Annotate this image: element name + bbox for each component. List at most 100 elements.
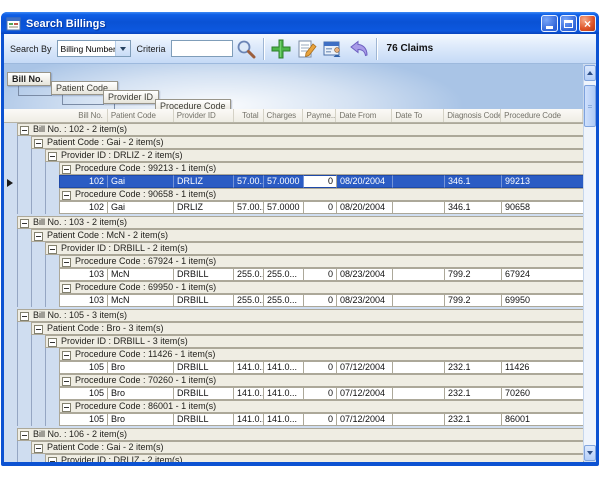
column-header-provider-id[interactable]: Provider ID <box>174 109 234 122</box>
grid-cell[interactable]: 255.0... <box>264 294 304 307</box>
grid-cell[interactable]: 08/23/2004 <box>337 294 393 307</box>
collapse-minus-icon[interactable] <box>34 139 43 148</box>
grid-cell[interactable]: McN <box>108 294 174 307</box>
grid-cell[interactable]: 57.00... <box>234 201 264 214</box>
grid-cell[interactable]: DRBILL <box>174 387 234 400</box>
collapse-minus-icon[interactable] <box>62 191 71 200</box>
column-header-date-from[interactable]: Date From <box>336 109 392 122</box>
column-header-charges[interactable]: Charges <box>264 109 304 122</box>
grid-cell[interactable]: 232.1 <box>445 361 502 374</box>
grid-cell[interactable]: Gai <box>108 175 174 188</box>
group-row[interactable]: Patient Code : McN - 2 item(s) <box>4 229 585 242</box>
criteria-input[interactable] <box>171 40 233 57</box>
group-row-box[interactable]: Patient Code : Bro - 3 item(s) <box>31 322 584 335</box>
grid-cell[interactable]: Bro <box>108 413 174 426</box>
grid-cell[interactable]: 07/12/2004 <box>337 387 393 400</box>
table-row[interactable]: 102GaiDRLIZ57.00...57.0000008/20/2004346… <box>4 201 585 214</box>
table-row[interactable]: 105BroDRBILL141.0...141.0...007/12/20042… <box>4 413 585 426</box>
grid-cell[interactable] <box>393 268 445 281</box>
search-button[interactable] <box>234 37 258 61</box>
group-row[interactable]: Provider ID : DRBILL - 2 item(s) <box>4 242 585 255</box>
table-row[interactable]: 103McNDRBILL255.0...255.0...008/23/20047… <box>4 268 585 281</box>
scroll-down-button[interactable] <box>584 445 596 461</box>
minimize-button[interactable] <box>541 15 558 32</box>
collapse-minus-icon[interactable] <box>62 165 71 174</box>
column-header-payme[interactable]: Payme... <box>303 109 336 122</box>
grid-cell[interactable]: DRLIZ <box>174 175 234 188</box>
grid-cell[interactable]: 69950 <box>502 294 584 307</box>
grid-cell[interactable]: DRBILL <box>174 268 234 281</box>
grid-cell[interactable]: Gai <box>108 201 174 214</box>
grid-cell[interactable]: 255.0... <box>234 268 264 281</box>
collapse-minus-icon[interactable] <box>48 457 57 462</box>
grid-cell[interactable]: 57.0000 <box>264 201 304 214</box>
grid-cell[interactable]: 07/12/2004 <box>337 361 393 374</box>
group-row[interactable]: Patient Code : Bro - 3 item(s) <box>4 322 585 335</box>
table-row[interactable]: 105BroDRBILL141.0...141.0...007/12/20042… <box>4 361 585 374</box>
grid-cell[interactable]: 57.0000 <box>264 175 304 188</box>
group-row[interactable]: Bill No. : 106 - 2 item(s) <box>4 428 585 441</box>
group-row[interactable]: Provider ID : DRBILL - 3 item(s) <box>4 335 585 348</box>
group-row[interactable]: Patient Code : Gai - 2 item(s) <box>4 136 585 149</box>
table-row[interactable]: 102GaiDRLIZ57.00...57.0000008/20/2004346… <box>4 175 585 188</box>
grid-cell[interactable]: 346.1 <box>445 201 502 214</box>
column-header-patient-code[interactable]: Patient Code <box>108 109 174 122</box>
grid-cell[interactable] <box>393 413 445 426</box>
collapse-minus-icon[interactable] <box>34 232 43 241</box>
collapse-minus-icon[interactable] <box>20 126 29 135</box>
grid-cell[interactable]: 102 <box>59 201 108 214</box>
collapse-minus-icon[interactable] <box>62 258 71 267</box>
collapse-minus-icon[interactable] <box>34 325 43 334</box>
grid-cell[interactable]: 799.2 <box>445 268 502 281</box>
grid-cell[interactable]: 0 <box>304 387 337 400</box>
group-row[interactable]: Patient Code : Gai - 2 item(s) <box>4 441 585 454</box>
group-row[interactable]: Procedure Code : 67924 - 1 item(s) <box>4 255 585 268</box>
collapse-minus-icon[interactable] <box>62 351 71 360</box>
column-header-diagnosis-code[interactable]: Diagnosis Code <box>444 109 501 122</box>
add-button[interactable] <box>269 37 293 61</box>
grid-cell[interactable]: 57.00... <box>234 175 264 188</box>
vertical-scrollbar[interactable] <box>583 65 596 461</box>
group-row-box[interactable]: Procedure Code : 11426 - 1 item(s) <box>59 348 584 361</box>
grid-cell[interactable]: 102 <box>59 175 108 188</box>
group-row[interactable]: Procedure Code : 90658 - 1 item(s) <box>4 188 585 201</box>
collapse-minus-icon[interactable] <box>62 377 71 386</box>
collapse-minus-icon[interactable] <box>48 152 57 161</box>
grid-cell[interactable]: 08/20/2004 <box>337 201 393 214</box>
grid-cell[interactable]: 08/23/2004 <box>337 268 393 281</box>
search-by-dropdown[interactable]: Billing Number <box>57 40 131 57</box>
column-header-date-to[interactable]: Date To <box>392 109 444 122</box>
group-box-procedure-code[interactable]: Procedure Code <box>155 99 231 109</box>
group-row-box[interactable]: Procedure Code : 90658 - 1 item(s) <box>59 188 584 201</box>
group-row-box[interactable]: Provider ID : DRBILL - 3 item(s) <box>45 335 584 348</box>
group-row[interactable]: Procedure Code : 70260 - 1 item(s) <box>4 374 585 387</box>
grid-cell[interactable]: 99213 <box>502 175 584 188</box>
collapse-minus-icon[interactable] <box>48 245 57 254</box>
grid-cell[interactable]: 346.1 <box>445 175 502 188</box>
group-row-box[interactable]: Procedure Code : 69950 - 1 item(s) <box>59 281 584 294</box>
grid-cell[interactable]: 103 <box>59 294 108 307</box>
column-header-total[interactable]: Total <box>234 109 264 122</box>
table-row[interactable]: 105BroDRBILL141.0...141.0...007/12/20042… <box>4 387 585 400</box>
group-row[interactable]: Procedure Code : 99213 - 1 item(s) <box>4 162 585 175</box>
collapse-minus-icon[interactable] <box>20 431 29 440</box>
grid-cell[interactable]: 0 <box>304 294 337 307</box>
group-row[interactable]: Procedure Code : 86001 - 1 item(s) <box>4 400 585 413</box>
grid-cell[interactable] <box>393 175 445 188</box>
group-row-box[interactable]: Procedure Code : 70260 - 1 item(s) <box>59 374 584 387</box>
column-header-bill-no[interactable]: Bill No. <box>4 109 108 122</box>
grid-cell[interactable]: 90658 <box>502 201 584 214</box>
group-row-box[interactable]: Provider ID : DRLIZ - 2 item(s) <box>45 149 584 162</box>
collapse-minus-icon[interactable] <box>62 284 71 293</box>
scrollbar-thumb[interactable] <box>584 85 596 127</box>
grid-cell[interactable]: 105 <box>59 361 108 374</box>
collapse-minus-icon[interactable] <box>48 338 57 347</box>
collapse-minus-icon[interactable] <box>34 444 43 453</box>
group-row-box[interactable]: Procedure Code : 67924 - 1 item(s) <box>59 255 584 268</box>
group-row[interactable]: Bill No. : 102 - 2 item(s) <box>4 123 585 136</box>
undo-button[interactable] <box>347 37 371 61</box>
table-row[interactable]: 103McNDRBILL255.0...255.0...008/23/20047… <box>4 294 585 307</box>
group-row[interactable]: Provider ID : DRLIZ - 2 item(s) <box>4 149 585 162</box>
grid-cell[interactable] <box>393 361 445 374</box>
group-box-provider-id[interactable]: Provider ID <box>103 90 159 104</box>
